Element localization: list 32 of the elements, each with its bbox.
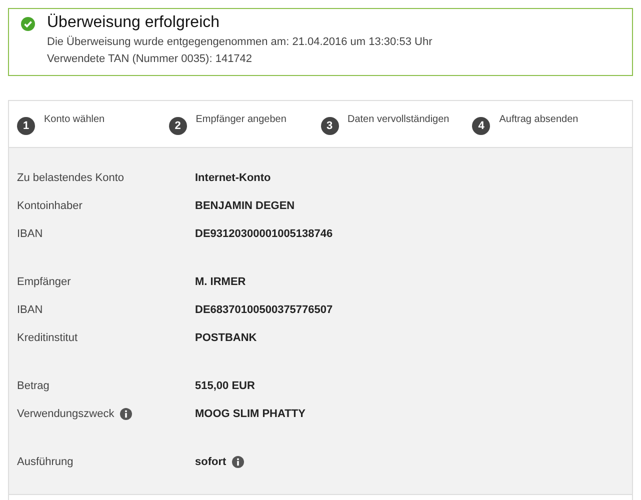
field-label: Verwendungszweck xyxy=(17,408,114,420)
field-value: BENJAMIN DEGEN xyxy=(195,200,295,212)
field-label: Kreditinstitut xyxy=(17,332,78,344)
field-label: Betrag xyxy=(17,380,50,392)
field-value: 515,00 EUR xyxy=(195,380,255,392)
step-number: 3 xyxy=(320,117,338,135)
field-label: Ausführung xyxy=(17,456,74,468)
info-icon[interactable] xyxy=(232,456,244,468)
step-number: 2 xyxy=(168,117,187,135)
field-value: M. IRMER xyxy=(195,276,246,288)
field-value: Internet-Konto xyxy=(195,172,271,184)
step-number: 4 xyxy=(472,117,490,135)
field-value: DE93120300001005138746 xyxy=(195,228,333,240)
field-value: sofort xyxy=(195,456,226,468)
field-label: IBAN xyxy=(17,304,43,316)
field-value: POSTBANK xyxy=(195,332,257,344)
field-label: Zu belastendes Konto xyxy=(17,172,124,184)
step-label: Auftrag absenden xyxy=(499,114,578,126)
field-label: IBAN xyxy=(17,228,43,240)
field-value: MOOG SLIM PHATTY xyxy=(195,408,306,420)
check-circle-icon xyxy=(21,17,35,31)
step-label: Daten vervollständigen xyxy=(348,114,450,126)
success-detail: Die Überweisung wurde entgegengenommen am: 21.04.2016 um 13:30:53 Uhr xyxy=(47,34,432,50)
step-label: Konto wählen xyxy=(44,114,105,126)
step-label: Empfänger angeben xyxy=(196,114,286,126)
field-value: DE68370100500375776507 xyxy=(195,304,333,316)
success-title: Überweisung erfolgreich xyxy=(47,12,221,33)
step-number: 1 xyxy=(17,117,35,135)
field-label: Empfänger xyxy=(17,276,71,288)
info-icon[interactable] xyxy=(120,408,132,420)
success-detail: Verwendete TAN (Nummer 0035): 141742 xyxy=(47,52,254,67)
field-label: Kontoinhaber xyxy=(17,200,82,212)
